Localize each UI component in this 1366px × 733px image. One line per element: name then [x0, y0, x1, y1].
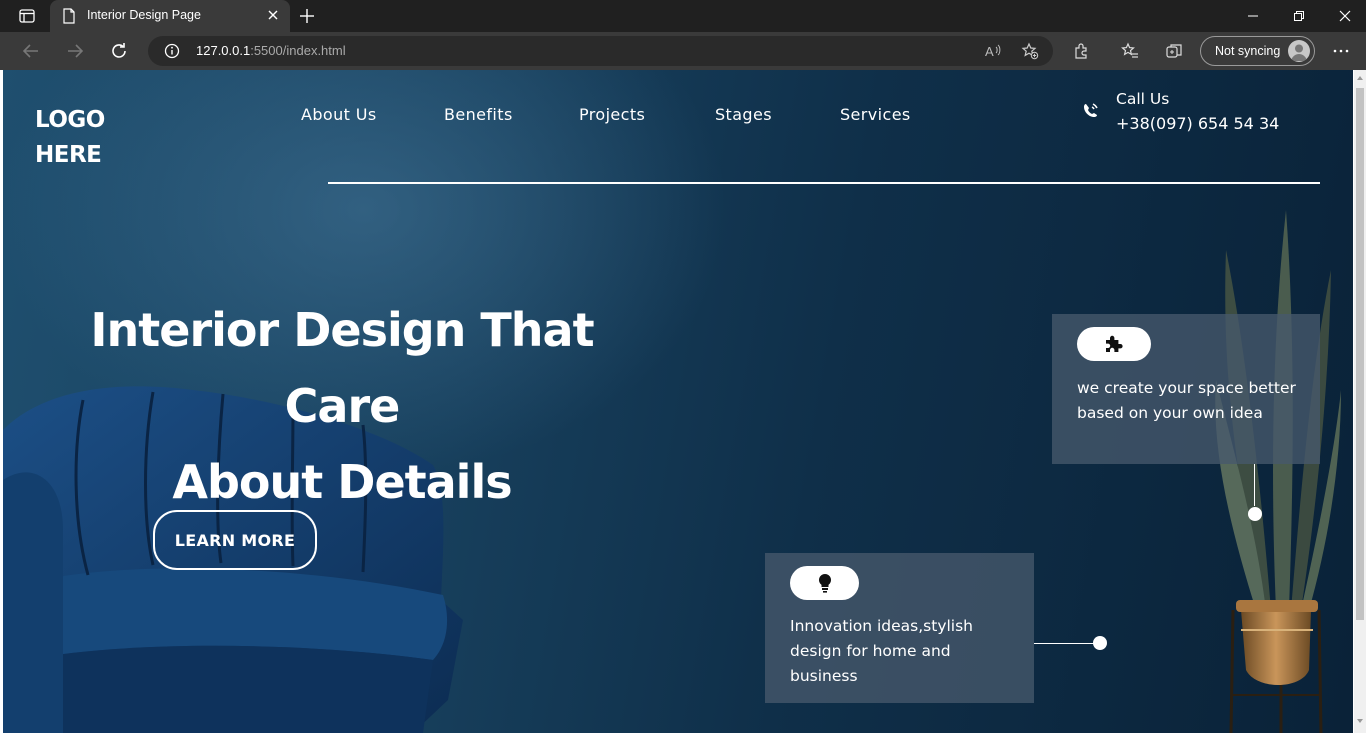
card2-hotspot[interactable] — [1093, 636, 1107, 650]
hero-headline: Interior Design That Care About Details — [90, 303, 594, 509]
add-favorite-icon[interactable] — [1021, 42, 1039, 60]
learn-more-button[interactable]: LEARN MORE — [153, 510, 317, 570]
minimize-icon — [1248, 15, 1258, 17]
nav-services[interactable]: Services — [840, 105, 911, 124]
page-viewport: LOGO HERE About Us Benefits Projects Sta… — [0, 70, 1366, 733]
phone-icon — [1084, 103, 1098, 117]
browser-toolbar: 127.0.0.1:5500/index.html A Not syncing — [0, 32, 1366, 70]
back-arrow-icon[interactable] — [20, 40, 42, 62]
call-label: Call Us — [1116, 90, 1170, 108]
svg-text:A: A — [985, 44, 994, 59]
page-scrollbar[interactable] — [1354, 70, 1366, 733]
forward-arrow-icon[interactable] — [64, 40, 86, 62]
lightbulb-icon — [818, 573, 831, 593]
scroll-up-icon[interactable] — [1356, 74, 1364, 82]
read-aloud-icon[interactable]: A — [984, 42, 1002, 60]
sync-label: Not syncing — [1215, 44, 1281, 58]
scrollbar-thumb[interactable] — [1356, 88, 1364, 620]
card1-connector — [1254, 464, 1255, 506]
extensions-icon[interactable] — [1072, 42, 1090, 60]
nav-divider — [328, 182, 1320, 184]
window-close-button[interactable] — [1322, 0, 1366, 32]
feature-card-ideas: we create your space better based on you… — [1052, 314, 1320, 464]
puzzle-pill — [1077, 327, 1151, 361]
url-text: 127.0.0.1:5500/index.html — [196, 43, 346, 58]
browser-tab[interactable]: Interior Design Page — [50, 0, 290, 32]
plus-icon[interactable] — [298, 7, 316, 25]
feature-card-text: Innovation ideas,stylish design for home… — [790, 617, 974, 685]
tab-actions-icon[interactable] — [18, 7, 36, 25]
maximize-icon — [1294, 11, 1304, 21]
puzzle-icon — [1106, 335, 1123, 352]
refresh-icon[interactable] — [108, 40, 130, 62]
more-icon[interactable] — [1332, 42, 1350, 60]
maximize-button[interactable] — [1276, 0, 1322, 32]
profile-sync-button[interactable]: Not syncing — [1200, 36, 1315, 66]
tab-title: Interior Design Page — [87, 8, 201, 22]
feature-card-text: we create your space better based on you… — [1077, 379, 1296, 422]
call-number[interactable]: +38(097) 654 54 34 — [1116, 114, 1279, 133]
favorites-icon[interactable] — [1121, 42, 1139, 60]
nav-projects[interactable]: Projects — [579, 105, 645, 124]
collections-icon[interactable] — [1165, 42, 1183, 60]
info-icon[interactable] — [164, 43, 180, 59]
nav-stages[interactable]: Stages — [715, 105, 772, 124]
window-close-icon — [1339, 10, 1351, 22]
page-icon — [63, 8, 75, 24]
hero-section: LOGO HERE About Us Benefits Projects Sta… — [3, 70, 1353, 733]
logo[interactable]: LOGO HERE — [35, 103, 105, 173]
close-icon[interactable] — [266, 8, 280, 22]
card1-hotspot[interactable] — [1248, 507, 1262, 521]
card2-connector — [1034, 643, 1100, 644]
profile-icon — [1288, 40, 1310, 62]
bulb-pill — [790, 566, 859, 600]
feature-card-innovation: Innovation ideas,stylish design for home… — [765, 553, 1034, 703]
scroll-down-icon[interactable] — [1356, 717, 1364, 725]
minimize-button[interactable] — [1230, 0, 1276, 32]
address-bar[interactable]: 127.0.0.1:5500/index.html A — [148, 36, 1053, 66]
title-bar: Interior Design Page — [0, 0, 1366, 32]
nav-about-us[interactable]: About Us — [301, 105, 377, 124]
nav-benefits[interactable]: Benefits — [444, 105, 513, 124]
